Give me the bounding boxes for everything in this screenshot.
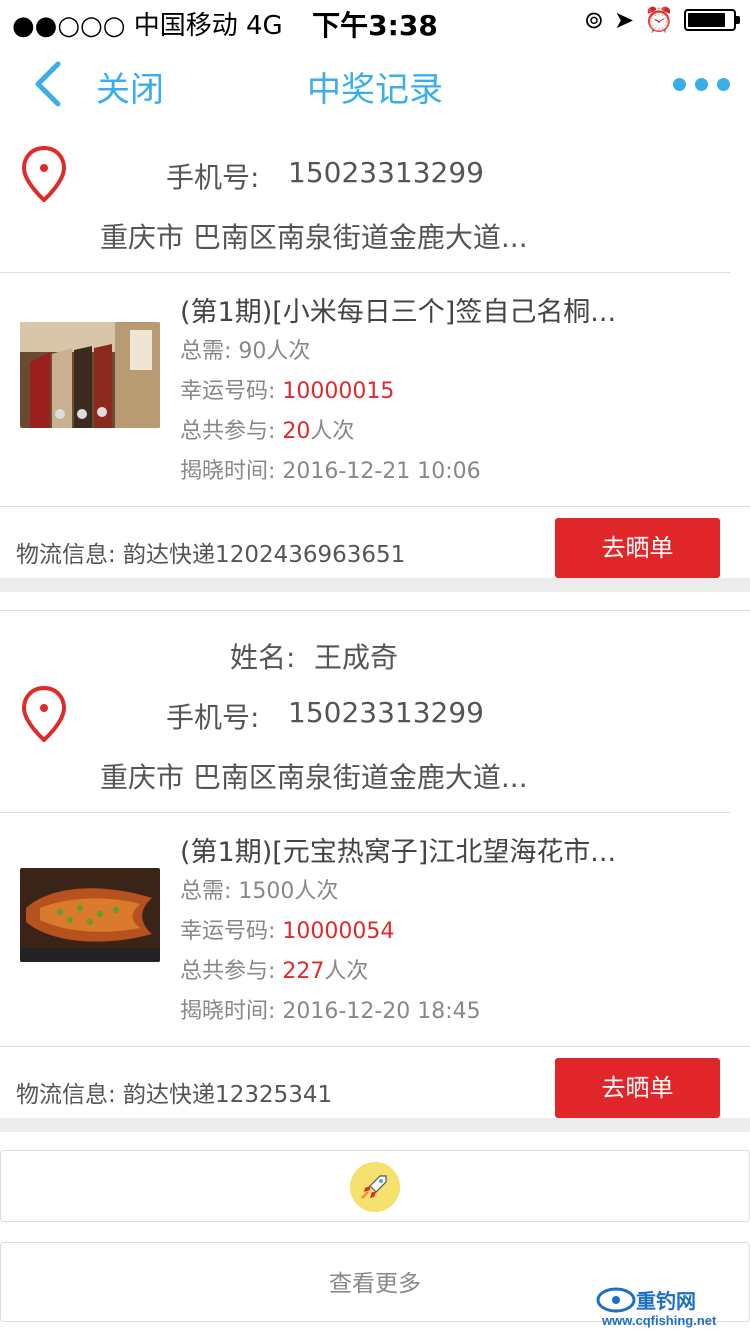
- participation-count: 20: [282, 419, 311, 444]
- logistics-info: 物流信息: 韵达快递12325341: [16, 1082, 333, 1108]
- lucky-number-value: 10000015: [282, 379, 395, 404]
- section-separator: [0, 1118, 750, 1132]
- phone-label: 手机号:: [166, 701, 260, 734]
- product-image-1[interactable]: [20, 322, 160, 428]
- lucky-number-row: 幸运号码: 10000015: [180, 373, 394, 405]
- more-menu-icon[interactable]: [673, 78, 730, 91]
- total-need-key: 总需:: [180, 339, 232, 364]
- reveal-time-value: 2016-12-21 10:06: [282, 459, 481, 484]
- watermark-logo-icon: 重钓网 www.cqfishing.net: [596, 1287, 717, 1328]
- reveal-time-label: 揭晓时间:: [180, 459, 276, 484]
- reveal-time-row: 揭晓时间: 2016-12-21 10:06: [180, 453, 481, 485]
- status-bar: ●●○○○ 中国移动 4G 下午3:38 ⊚ ➤ ⏰: [0, 0, 750, 42]
- item-title[interactable]: (第1期)[元宝热窝子]江北望海花市...: [180, 830, 616, 869]
- participation-row: 总共参与: 227人次: [180, 953, 368, 985]
- status-icons: ⊚ ➤ ⏰: [583, 6, 740, 34]
- location-icon: ➤: [614, 6, 635, 34]
- name-value: 王成奇: [314, 641, 399, 674]
- share-order-button[interactable]: 去晒单: [555, 518, 720, 578]
- battery-icon: [684, 9, 740, 31]
- reveal-time-label: 揭晓时间:: [180, 999, 276, 1024]
- total-need-value: 1500人次: [238, 879, 339, 904]
- divider: [0, 610, 750, 611]
- participation-row: 总共参与: 20人次: [180, 413, 354, 445]
- phone-label: 手机号:: [166, 161, 260, 194]
- logistics-info: 物流信息: 韵达快递1202436963651: [16, 542, 406, 568]
- rocket-loading-icon: [350, 1162, 400, 1212]
- svg-text:www.cqfishing.net: www.cqfishing.net: [601, 1313, 717, 1328]
- divider: [0, 272, 730, 273]
- total-need-label: 总需: 1500人次: [180, 873, 338, 905]
- address-text: 重庆市 巴南区南泉街道金鹿大道...: [100, 761, 528, 794]
- total-need-key: 总需:: [180, 879, 232, 904]
- page-title: 中奖记录: [307, 70, 443, 110]
- product-image-2[interactable]: [20, 868, 160, 962]
- name-label: 姓名:: [230, 641, 296, 674]
- participation-unit: 人次: [310, 419, 355, 444]
- total-need-value: 90人次: [238, 339, 311, 364]
- nav-bar: 关闭 中奖记录: [0, 44, 750, 124]
- reveal-time-row: 揭晓时间: 2016-12-20 18:45: [180, 993, 481, 1025]
- divider: [0, 506, 750, 507]
- total-need-label: 总需: 90人次: [180, 333, 310, 365]
- alarm-icon: ⏰: [644, 6, 674, 34]
- battery-level: [688, 13, 726, 27]
- lucky-number-label: 幸运号码:: [180, 379, 276, 404]
- item-title[interactable]: (第1期)[小米每日三个]签自己名桐...: [180, 290, 616, 329]
- share-order-button[interactable]: 去晒单: [555, 1058, 720, 1118]
- lucky-number-label: 幸运号码:: [180, 919, 276, 944]
- participation-unit: 人次: [324, 959, 369, 984]
- reveal-time-value: 2016-12-20 18:45: [282, 999, 481, 1024]
- participation-count: 227: [282, 959, 325, 984]
- address-text: 重庆市 巴南区南泉街道金鹿大道...: [100, 221, 528, 254]
- divider: [0, 1046, 750, 1047]
- participation-label: 总共参与:: [180, 959, 276, 984]
- svg-text:重钓网: 重钓网: [636, 1289, 696, 1313]
- phone-value: 15023313299: [288, 156, 484, 189]
- rotation-lock-icon: ⊚: [583, 6, 604, 34]
- participation-label: 总共参与:: [180, 419, 276, 444]
- lucky-number-row: 幸运号码: 10000054: [180, 913, 394, 945]
- location-pin-icon: [22, 146, 66, 202]
- location-pin-icon: [22, 686, 66, 742]
- section-separator: [0, 578, 750, 592]
- phone-value: 15023313299: [288, 696, 484, 729]
- lucky-number-value: 10000054: [282, 919, 395, 944]
- divider: [0, 812, 730, 813]
